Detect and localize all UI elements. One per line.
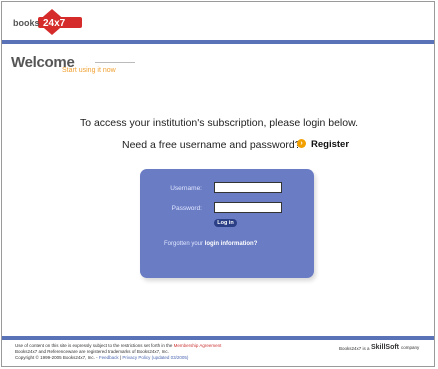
skillsoft-logo[interactable]: SkillSoft company	[371, 344, 419, 351]
free-account-prompt: Need a free username and password?	[122, 139, 301, 151]
footer-legal: Use of content on this site is expressly…	[15, 343, 315, 361]
tagline: Start using it now	[62, 67, 116, 74]
forgot-text: Forgotten your login information?	[164, 241, 257, 247]
logo-text-right: 24x7	[43, 18, 66, 29]
membership-agreement-link[interactable]: Membership Agreement	[174, 343, 222, 348]
top-bar	[2, 40, 434, 44]
skillsoft-suffix: company	[400, 345, 420, 350]
privacy-policy-link[interactable]: Privacy Policy (updated 03/2005)	[122, 355, 188, 360]
skillsoft-note: Books24x7 is a	[339, 346, 370, 351]
logo-text-left: books	[13, 18, 40, 28]
footer-terms-text: Use of content on this site is expressly…	[15, 343, 173, 348]
footer-line-3: Copyright © 1999-2005 Books24x7, Inc. - …	[15, 355, 315, 361]
copyright-text: Copyright © 1999-2005 Books24x7, Inc. -	[15, 355, 98, 360]
header: books 24x7	[2, 2, 434, 40]
register-link[interactable]: Register	[311, 139, 349, 150]
feedback-link[interactable]: Feedback	[99, 355, 119, 360]
forgot-login-link[interactable]: login information?	[205, 241, 258, 247]
forgot-prefix: Forgotten your	[164, 241, 204, 247]
username-field[interactable]	[214, 182, 282, 193]
login-button[interactable]: Log in	[214, 219, 237, 227]
title-divider	[95, 62, 135, 63]
skillsoft-brand: SkillSoft	[371, 344, 400, 351]
books24x7-logo[interactable]: books 24x7	[12, 8, 92, 36]
access-instructions: To access your institution's subscriptio…	[79, 117, 359, 129]
footer-bar	[2, 336, 434, 340]
footer-separator: |	[119, 355, 122, 360]
password-label: Password:	[171, 205, 202, 212]
username-label: Username:	[170, 185, 202, 192]
login-panel: Username: Password: Log in Forgotten you…	[140, 169, 314, 278]
register-arrow-icon[interactable]: ›	[297, 139, 306, 148]
password-field[interactable]	[214, 202, 282, 213]
